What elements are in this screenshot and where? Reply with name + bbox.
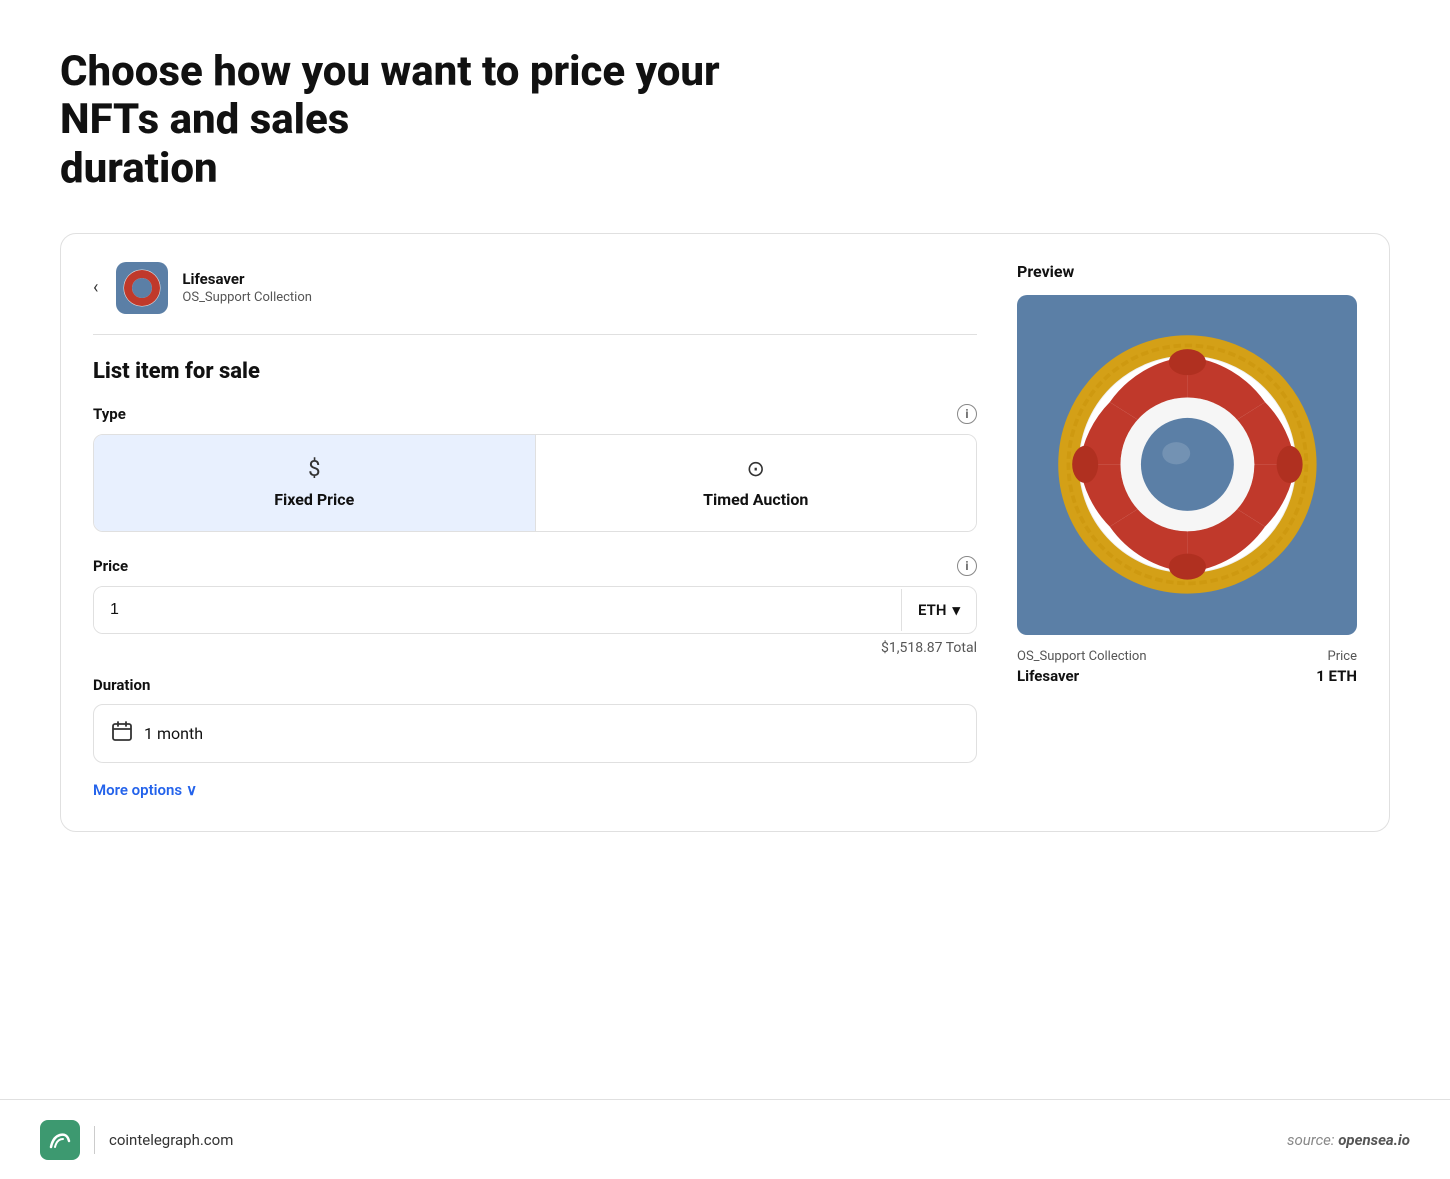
- page-footer: cointelegraph.com source: opensea.io: [0, 1099, 1450, 1179]
- preview-meta: OS_Support Collection Lifesaver Price 1 …: [1017, 649, 1357, 685]
- list-section-title: List item for sale: [93, 359, 977, 384]
- currency-selector[interactable]: ETH ▾: [901, 589, 976, 631]
- preview-meta-right: Price 1 ETH: [1316, 649, 1357, 685]
- duration-display[interactable]: 1 month: [93, 704, 977, 763]
- main-card: ‹ Lifesaver OS_Support Collec: [60, 233, 1390, 832]
- price-total: $1,518.87 Total: [93, 640, 977, 656]
- type-field: Type i $ Fixed Price ⊙ Timed Auction: [93, 404, 977, 532]
- preview-price-label: Price: [1316, 649, 1357, 664]
- type-info-icon[interactable]: i: [957, 404, 977, 424]
- type-selector: $ Fixed Price ⊙ Timed Auction: [93, 434, 977, 532]
- chevron-down-icon: ∨: [186, 781, 197, 799]
- more-options-link[interactable]: More options ∨: [93, 781, 977, 799]
- price-label: Price i: [93, 556, 977, 576]
- item-info: Lifesaver OS_Support Collection: [182, 270, 312, 305]
- timed-auction-option[interactable]: ⊙ Timed Auction: [536, 435, 977, 531]
- footer-brand: opensea.io: [1338, 1131, 1410, 1149]
- type-label: Type i: [93, 404, 977, 424]
- auction-icon: ⊙: [747, 457, 765, 482]
- page-title: Choose how you want to price your NFTs a…: [60, 48, 760, 193]
- preview-image: [1017, 295, 1357, 635]
- preview-collection-name: OS_Support Collection: [1017, 649, 1147, 664]
- price-input-row: ETH ▾: [93, 586, 977, 634]
- footer-logo: [40, 1120, 80, 1160]
- dollar-icon: $: [308, 457, 320, 482]
- item-collection: OS_Support Collection: [182, 290, 312, 305]
- price-input[interactable]: [94, 587, 901, 633]
- footer-source: source: opensea.io: [1287, 1131, 1410, 1149]
- price-field: Price i ETH ▾ $1,518.87 Total: [93, 556, 977, 656]
- footer-site: cointelegraph.com: [109, 1131, 233, 1149]
- item-name: Lifesaver: [182, 270, 312, 288]
- duration-value: 1 month: [144, 724, 203, 743]
- item-header: ‹ Lifesaver OS_Support Collec: [93, 262, 977, 335]
- back-arrow[interactable]: ‹: [93, 277, 98, 298]
- item-thumbnail: [116, 262, 168, 314]
- footer-divider: [94, 1126, 95, 1154]
- preview-nft-name: Lifesaver: [1017, 667, 1147, 685]
- duration-field: Duration 1 month: [93, 676, 977, 763]
- left-panel: ‹ Lifesaver OS_Support Collec: [93, 262, 977, 799]
- calendar-icon: [112, 721, 132, 746]
- chevron-down-icon: ▾: [952, 601, 960, 619]
- price-info-icon[interactable]: i: [957, 556, 977, 576]
- timed-auction-label: Timed Auction: [703, 490, 808, 509]
- preview-meta-left: OS_Support Collection Lifesaver: [1017, 649, 1147, 685]
- fixed-price-label: Fixed Price: [274, 490, 354, 509]
- preview-title: Preview: [1017, 262, 1357, 281]
- duration-label: Duration: [93, 676, 977, 694]
- preview-price-value: 1 ETH: [1316, 667, 1357, 685]
- fixed-price-option[interactable]: $ Fixed Price: [94, 435, 536, 531]
- right-panel: Preview: [1017, 262, 1357, 799]
